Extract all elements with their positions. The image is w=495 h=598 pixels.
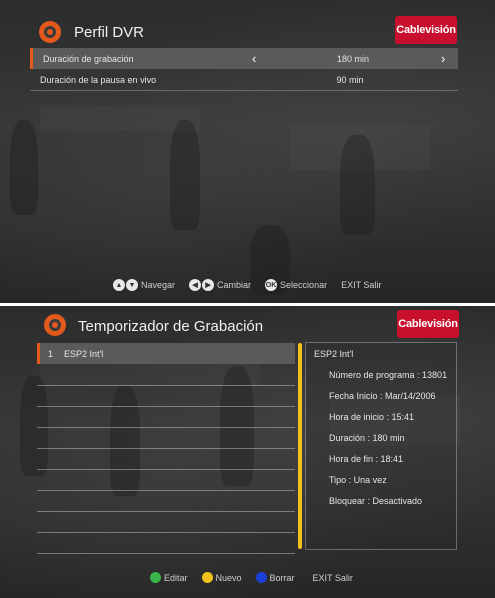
ok-key-icon: OK xyxy=(265,279,278,291)
detail-duration: Duración : 180 min xyxy=(329,433,405,443)
arrow-down-icon: ▼ xyxy=(126,279,138,291)
hint-select: Seleccionar xyxy=(280,280,328,290)
hint-edit: Editar xyxy=(164,572,188,583)
key-hints: ▲ ▼ Navegar ◀ ▶ Cambiar OK Seleccionar E… xyxy=(113,279,381,291)
scrollbar[interactable] xyxy=(298,343,302,549)
hint-change: Cambiar xyxy=(217,280,252,290)
arrow-left-icon: ◀ xyxy=(189,279,202,291)
setting-label: Duración de la pausa en vivo xyxy=(40,75,157,85)
timer-detail-panel: ESP2 Int'l Número de programa : 13801 Fe… xyxy=(305,342,457,550)
timer-list-empty[interactable] xyxy=(37,533,295,554)
detail-type: Tipo : Una vez xyxy=(329,475,387,485)
hint-new: Nuevo xyxy=(215,572,242,583)
hint-delete: Borrar xyxy=(269,572,295,583)
hint-navigate: Navegar xyxy=(141,280,176,290)
timer-list-empty[interactable] xyxy=(37,407,295,428)
detail-title: ESP2 Int'l xyxy=(314,349,354,359)
dvr-logo-icon xyxy=(39,21,61,43)
chevron-right-icon[interactable]: › xyxy=(441,51,445,66)
arrow-up-icon: ▲ xyxy=(113,279,125,291)
detail-start-date: Fecha Inicio : Mar/14/2006 xyxy=(329,391,436,401)
key-hints: Editar Nuevo Borrar EXIT Salir xyxy=(150,572,353,583)
hint-exit: EXIT Salir xyxy=(312,572,353,583)
setting-label: Duración de grabación xyxy=(43,53,134,64)
page-title: Temporizador de Grabación xyxy=(78,318,264,335)
brand-logo: Cablevisión xyxy=(395,16,457,44)
page-title: Perfil DVR xyxy=(74,24,145,41)
yellow-key-icon xyxy=(201,572,213,583)
setting-value: 180 min xyxy=(336,53,370,64)
timer-list-empty[interactable] xyxy=(37,470,295,491)
timer-list-empty[interactable] xyxy=(37,491,295,512)
brand-logo: Cablevisión xyxy=(397,310,459,338)
setting-row-recording-duration[interactable]: Duración de grabación ‹ 180 min › xyxy=(30,48,458,69)
hint-exit: EXIT Salir xyxy=(341,280,382,290)
timer-logo-icon xyxy=(44,314,66,336)
dvr-profile-screen: Perfil DVR Cablevisión Duración de graba… xyxy=(0,0,495,303)
detail-program-number: Número de programa : 13801 xyxy=(329,370,448,380)
blue-key-icon xyxy=(255,572,267,583)
setting-value: 90 min xyxy=(336,75,364,85)
timer-list-empty[interactable] xyxy=(37,365,295,386)
arrow-right-icon: ▶ xyxy=(202,279,215,291)
timer-list-empty[interactable] xyxy=(37,449,295,470)
timer-list-empty[interactable] xyxy=(37,428,295,449)
detail-end-time: Hora de fin : 18:41 xyxy=(329,454,404,464)
timer-list-item[interactable]: 1 ESP2 Int'l xyxy=(37,343,295,364)
green-key-icon xyxy=(150,572,161,583)
timer-channel: ESP2 Int'l xyxy=(64,348,104,359)
chevron-left-icon[interactable]: ‹ xyxy=(252,51,256,66)
dim-overlay xyxy=(0,0,495,303)
timer-number: 1 xyxy=(48,348,54,359)
recording-timer-screen: Temporizador de Grabación Cablevisión 1 … xyxy=(0,306,495,598)
detail-start-time: Hora de inicio : 15:41 xyxy=(329,412,415,422)
timer-list-empty[interactable] xyxy=(37,512,295,533)
detail-lock: Bloquear : Desactivado xyxy=(329,496,423,506)
timer-list-empty[interactable] xyxy=(37,386,295,407)
setting-row-pause-duration[interactable]: Duración de la pausa en vivo 90 min xyxy=(30,70,458,91)
